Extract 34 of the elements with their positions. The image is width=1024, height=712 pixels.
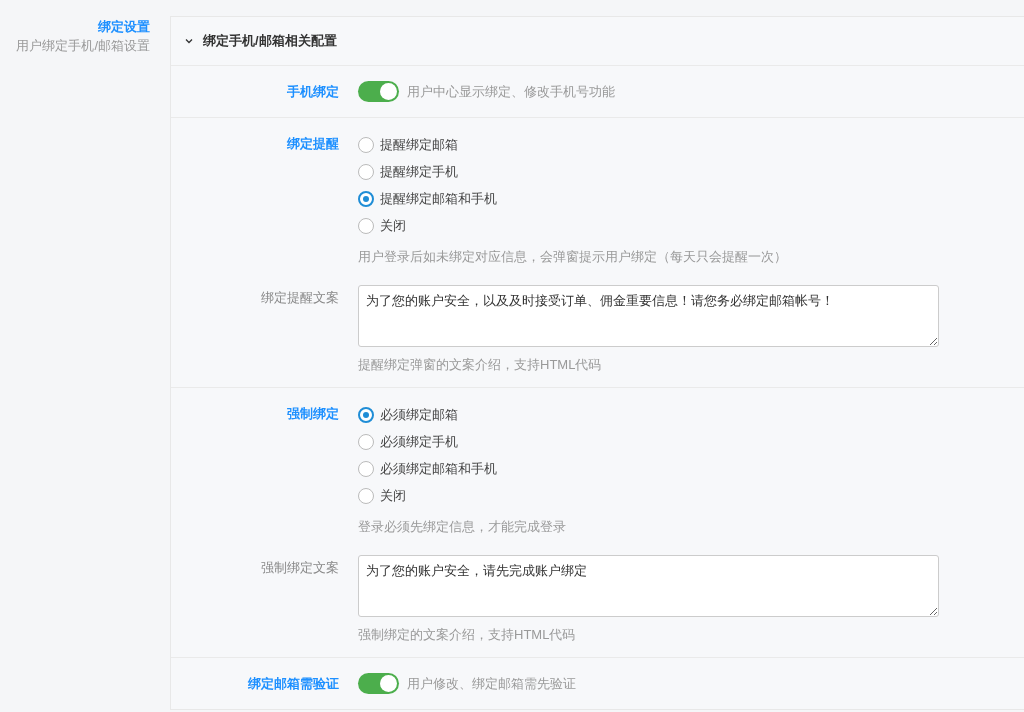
radio-label[interactable]: 关闭: [380, 485, 406, 506]
section-title: 绑定设置: [98, 18, 150, 36]
field-label: 绑定提醒文案: [261, 288, 339, 307]
help-text: 用户修改、绑定邮箱需先验证: [407, 674, 576, 693]
field-label: 绑定邮箱需验证: [248, 674, 339, 693]
radio-button[interactable]: [358, 460, 374, 477]
toggle-switch[interactable]: [358, 673, 399, 694]
field-label: 强制绑定: [287, 405, 339, 423]
radio-label[interactable]: 提醒绑定邮箱: [380, 134, 458, 155]
radio-label[interactable]: 提醒绑定手机: [380, 161, 458, 182]
radio-label[interactable]: 提醒绑定邮箱和手机: [380, 188, 497, 209]
help-text: 登录必须先绑定信息，才能完成登录: [358, 518, 566, 536]
radio-button[interactable]: [358, 136, 374, 153]
toggle-switch[interactable]: [358, 81, 399, 102]
radio-button[interactable]: [358, 406, 374, 423]
radio-label[interactable]: 必须绑定手机: [380, 431, 458, 452]
radio-label[interactable]: 关闭: [380, 215, 406, 236]
section-header[interactable]: 绑定手机/邮箱相关配置: [185, 31, 337, 51]
radio-button[interactable]: [358, 217, 374, 234]
field-label: 强制绑定文案: [261, 558, 339, 577]
radio-button[interactable]: [358, 190, 374, 207]
radio-button[interactable]: [358, 433, 374, 450]
radio-label[interactable]: 必须绑定邮箱: [380, 404, 458, 425]
field-label: 绑定提醒: [287, 135, 339, 153]
help-text: 用户中心显示绑定、修改手机号功能: [407, 82, 615, 101]
help-text: 提醒绑定弹窗的文案介绍，支持HTML代码: [358, 355, 603, 374]
radio-button[interactable]: [358, 163, 374, 180]
text-area[interactable]: 为了您的账户安全，以及及时接受订单、佣金重要信息！请您务必绑定邮箱帐号！: [358, 284, 939, 347]
text-area[interactable]: 为了您的账户安全，请先完成账户绑定: [358, 554, 939, 617]
radio-button[interactable]: [358, 487, 374, 504]
radio-label[interactable]: 必须绑定邮箱和手机: [380, 458, 497, 479]
help-text: 强制绑定的文案介绍，支持HTML代码: [358, 625, 577, 644]
field-label: 手机绑定: [287, 82, 339, 101]
section-subtitle: 用户绑定手机/邮箱设置: [16, 37, 150, 55]
